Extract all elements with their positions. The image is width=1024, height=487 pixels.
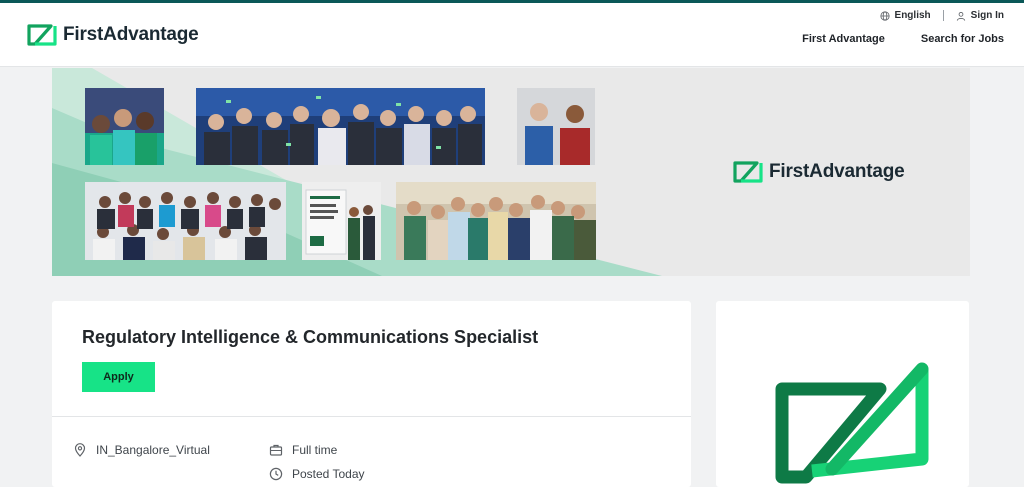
location-pin-icon [74, 443, 86, 457]
banner-logo-mark-icon [733, 161, 763, 183]
banner-logo: FirstAdvantage [732, 159, 905, 185]
job-posted-date: Posted Today [269, 467, 365, 481]
hero-banner: FirstAdvantage [52, 68, 970, 276]
site-header: FirstAdvantage English Sign In First Adv… [0, 3, 1024, 67]
team-photo-4 [85, 182, 286, 260]
logo-wordmark: FirstAdvantage [63, 24, 199, 45]
location-text: IN_Bangalore_Virtual [96, 443, 210, 457]
team-photo-1 [85, 88, 164, 165]
card-divider [52, 416, 691, 417]
language-label: English [894, 10, 931, 21]
utility-links: English Sign In [879, 10, 1004, 21]
main-nav: First Advantage Search for Jobs [766, 33, 1004, 45]
banner-logo-wordmark: FirstAdvantage [769, 161, 905, 182]
nav-first-advantage[interactable]: First Advantage [802, 33, 885, 45]
large-logo-mark-icon [775, 362, 929, 484]
job-details-card: Regulatory Intelligence & Communications… [52, 301, 691, 487]
user-icon [956, 11, 965, 21]
team-photo-6 [396, 182, 596, 260]
language-selector[interactable]: English [879, 10, 931, 21]
job-employment-type: Full time [269, 443, 337, 457]
apply-button[interactable]: Apply [82, 362, 155, 392]
first-advantage-logo[interactable]: FirstAdvantage [26, 22, 199, 48]
nav-search-for-jobs[interactable]: Search for Jobs [921, 33, 1004, 45]
job-location: IN_Bangalore_Virtual [73, 443, 210, 457]
team-photo-5 [302, 182, 381, 260]
clock-icon [269, 467, 283, 481]
globe-icon [879, 10, 890, 21]
logo-mark-icon [27, 24, 57, 46]
posted-text: Posted Today [292, 467, 365, 481]
employment-type-text: Full time [292, 443, 338, 457]
utility-separator [942, 10, 944, 21]
briefcase-icon [269, 444, 283, 456]
team-photo-2 [196, 88, 485, 165]
sign-in-label: Sign In [970, 10, 1004, 21]
company-logo-card [716, 301, 969, 487]
job-title: Regulatory Intelligence & Communications… [82, 327, 539, 347]
team-photo-3 [517, 88, 595, 165]
sign-in-link[interactable]: Sign In [956, 10, 1004, 21]
